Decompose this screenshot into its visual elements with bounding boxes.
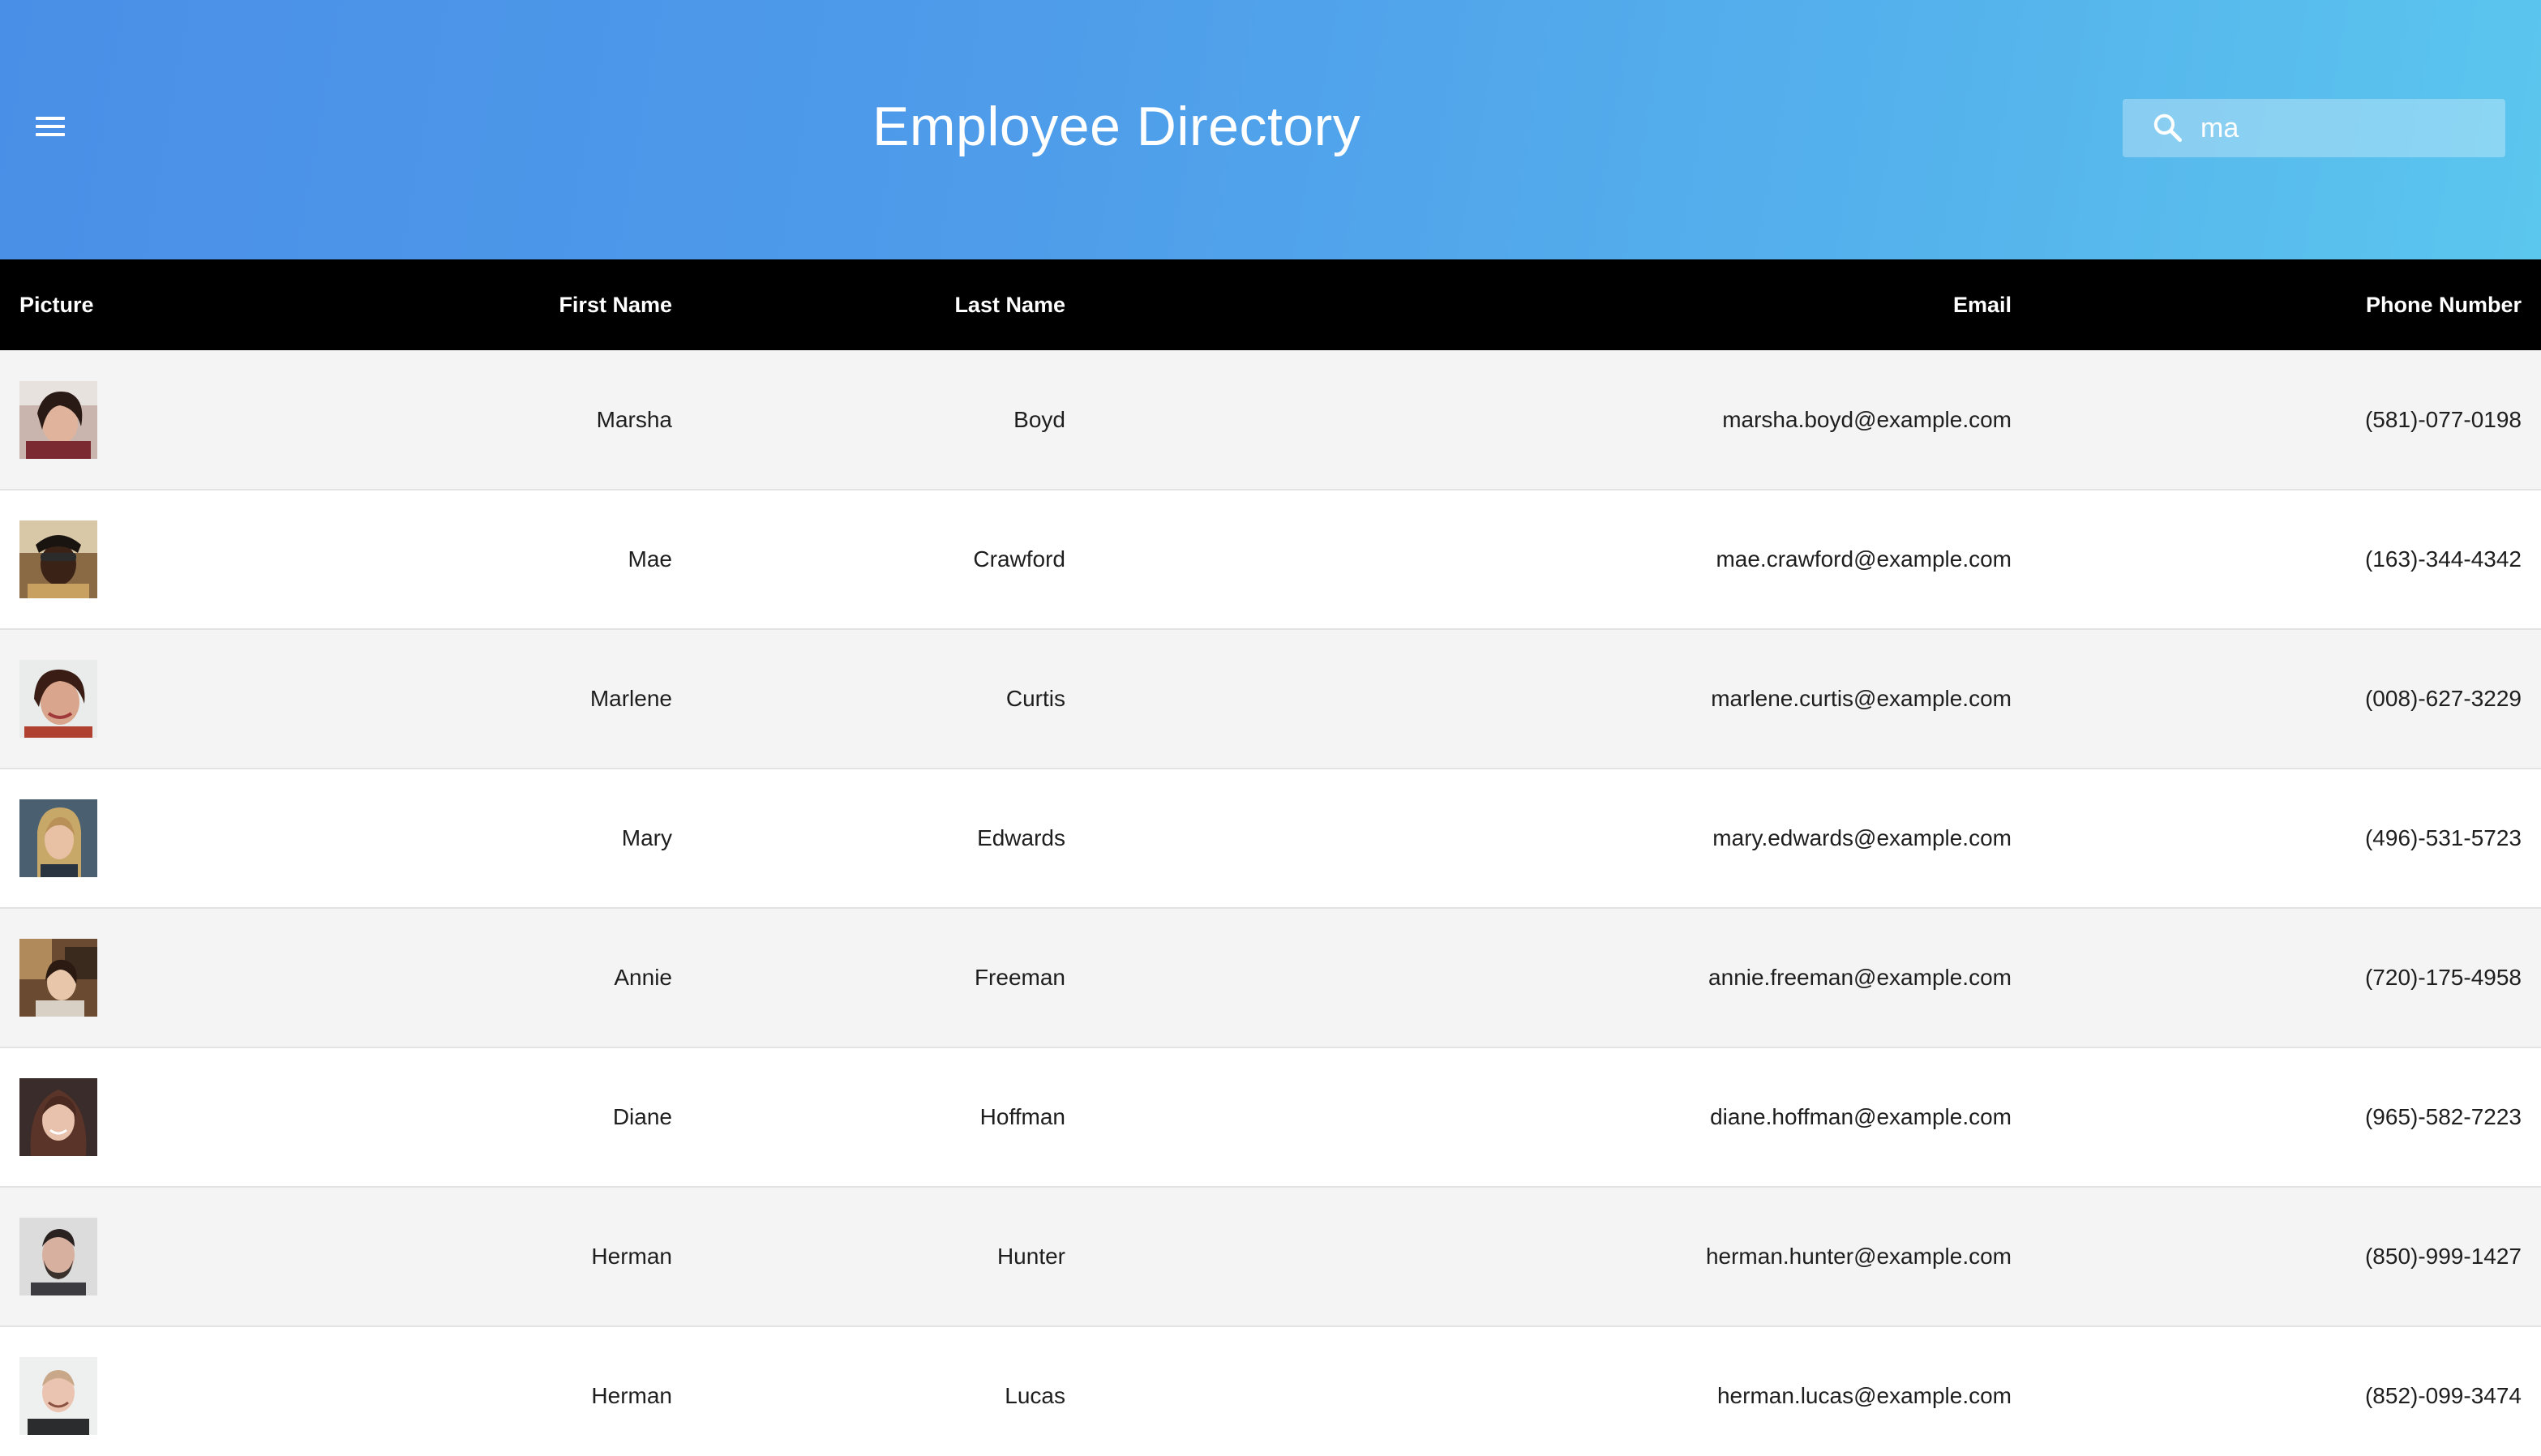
picture-cell: [0, 350, 243, 490]
employee-table-container: Picture First Name Last Name Email Phone…: [0, 259, 2541, 1456]
column-header-phone-number[interactable]: Phone Number: [2031, 259, 2541, 350]
table-row: Mary Edwards mary.edwards@example.com (4…: [0, 769, 2541, 908]
first-name-cell: Marlene: [589, 686, 672, 711]
page-title: Employee Directory: [872, 96, 1361, 157]
column-header-last-name[interactable]: Last Name: [692, 259, 1085, 350]
last-name-cell: Freeman: [974, 965, 1065, 990]
picture-cell: [0, 769, 243, 908]
phone-cell: (008)-627-3229: [2364, 686, 2522, 711]
avatar: [19, 1078, 97, 1156]
avatar: [19, 939, 97, 1017]
first-name-cell: Herman: [591, 1383, 672, 1408]
avatar: [19, 1357, 97, 1435]
table-row: Marlene Curtis marlene.curtis@example.co…: [0, 629, 2541, 769]
last-name-cell: Hoffman: [979, 1104, 1065, 1129]
table-row: Annie Freeman annie.freeman@example.com …: [0, 908, 2541, 1047]
first-name-cell: Herman: [591, 1244, 672, 1269]
last-name-cell: Hunter: [996, 1244, 1065, 1269]
email-cell: marsha.boyd@example.com: [1722, 406, 2012, 432]
column-header-first-name[interactable]: First Name: [243, 259, 692, 350]
first-name-cell: Marsha: [596, 406, 672, 432]
last-name-cell: Curtis: [1005, 686, 1065, 711]
picture-cell: [0, 1047, 243, 1187]
email-cell: herman.lucas@example.com: [1716, 1383, 2012, 1408]
search-input[interactable]: [2200, 107, 2492, 149]
picture-cell: [0, 629, 243, 769]
avatar: [19, 660, 97, 738]
table-row: Mae Crawford mae.crawford@example.com (1…: [0, 490, 2541, 629]
phone-cell: (852)-099-3474: [2364, 1383, 2522, 1408]
avatar: [19, 520, 97, 598]
table-row: Herman Hunter herman.hunter@example.com …: [0, 1187, 2541, 1326]
table-row: Marsha Boyd marsha.boyd@example.com (581…: [0, 350, 2541, 490]
phone-cell: (163)-344-4342: [2364, 546, 2522, 572]
avatar: [19, 380, 97, 459]
email-cell: herman.hunter@example.com: [1705, 1244, 2012, 1269]
first-name-cell: Mary: [621, 825, 672, 850]
first-name-cell: Mae: [628, 546, 672, 572]
email-cell: diane.hoffman@example.com: [1710, 1104, 2012, 1129]
avatar: [19, 799, 97, 877]
column-header-picture: Picture: [19, 292, 94, 317]
column-header-email[interactable]: Email: [1085, 259, 2031, 350]
email-cell: annie.freeman@example.com: [1708, 965, 2012, 990]
avatar: [19, 1218, 97, 1295]
email-cell: marlene.curtis@example.com: [1711, 686, 2012, 711]
phone-cell: (581)-077-0198: [2364, 406, 2522, 432]
last-name-cell: Lucas: [1005, 1383, 1065, 1408]
table-header-row: Picture First Name Last Name Email Phone…: [0, 259, 2541, 350]
email-cell: mary.edwards@example.com: [1712, 825, 2012, 850]
last-name-cell: Boyd: [1013, 406, 1065, 432]
app-header: Employee Directory: [0, 0, 2541, 259]
last-name-cell: Crawford: [973, 546, 1065, 572]
search-box[interactable]: [2123, 99, 2505, 157]
hamburger-menu-icon[interactable]: [32, 110, 68, 143]
picture-cell: [0, 490, 243, 629]
employee-table: Picture First Name Last Name Email Phone…: [0, 259, 2541, 1456]
phone-cell: (965)-582-7223: [2364, 1104, 2522, 1129]
last-name-cell: Edwards: [977, 825, 1065, 850]
first-name-cell: Annie: [614, 965, 672, 990]
phone-cell: (496)-531-5723: [2364, 825, 2522, 850]
table-row: Herman Lucas herman.lucas@example.com (8…: [0, 1326, 2541, 1456]
first-name-cell: Diane: [612, 1104, 672, 1129]
table-row: Diane Hoffman diane.hoffman@example.com …: [0, 1047, 2541, 1187]
phone-cell: (850)-999-1427: [2364, 1244, 2522, 1269]
picture-cell: [0, 1187, 243, 1326]
picture-cell: [0, 1326, 243, 1456]
search-icon: [2153, 113, 2183, 143]
phone-cell: (720)-175-4958: [2364, 965, 2522, 990]
picture-cell: [0, 908, 243, 1047]
email-cell: mae.crawford@example.com: [1716, 546, 2012, 572]
